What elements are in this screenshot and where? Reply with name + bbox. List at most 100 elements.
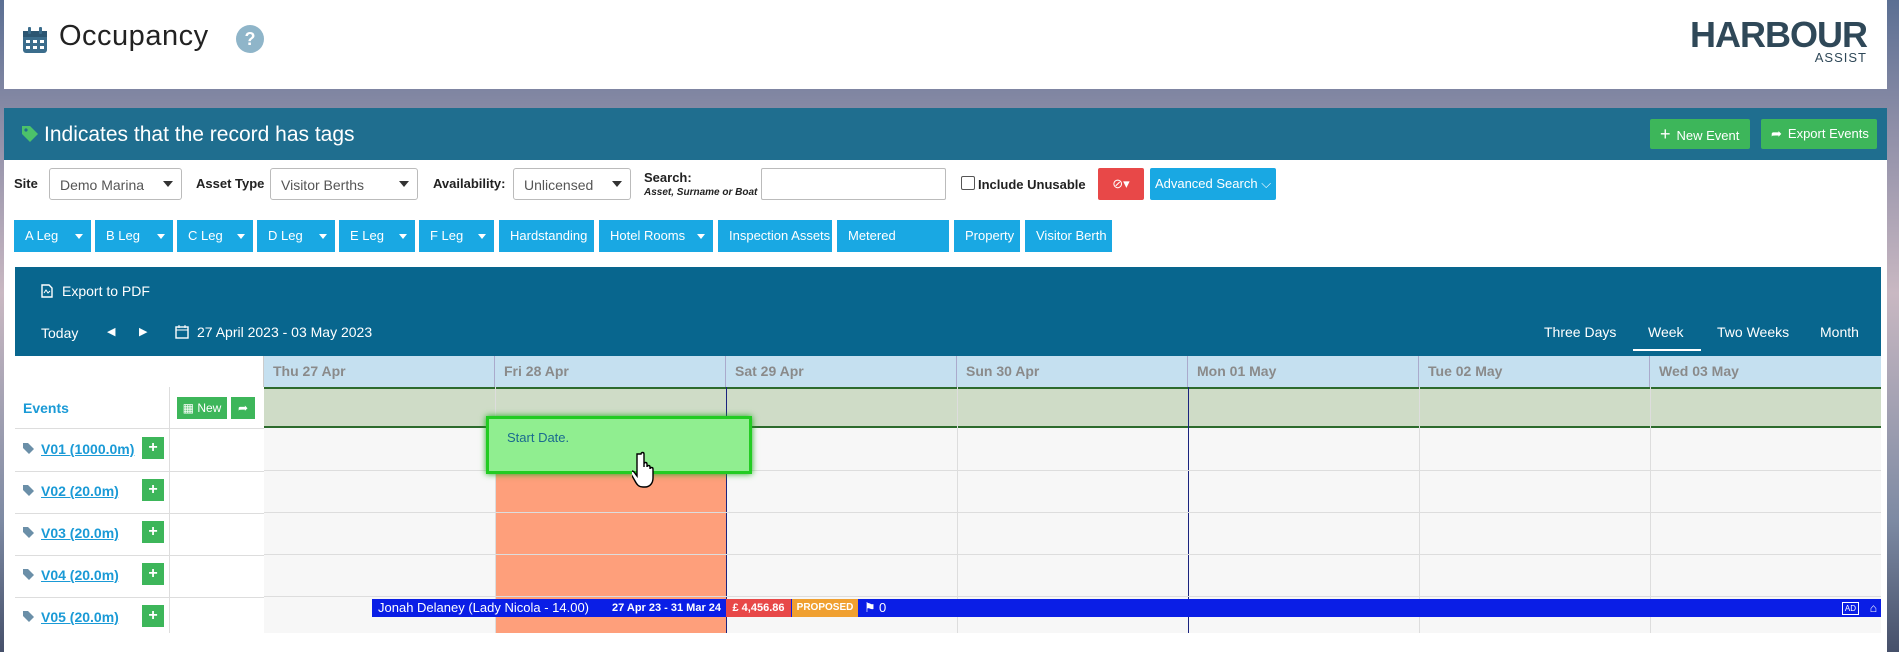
tag-icon bbox=[23, 569, 34, 580]
caret-down-icon[interactable] bbox=[478, 234, 486, 239]
day-header: Wed 03 May bbox=[1650, 356, 1881, 387]
export-pdf-button[interactable]: Export to PDF bbox=[62, 283, 150, 299]
new-event-label: New Event bbox=[1676, 128, 1740, 143]
today-button[interactable]: Today bbox=[41, 325, 78, 341]
property-button[interactable]: Property bbox=[954, 220, 1020, 252]
clear-filter-icon: ⊘▾ bbox=[1112, 176, 1130, 191]
site-value: Demo Marina bbox=[60, 177, 145, 193]
tags-banner: Indicates that the record has tags + New … bbox=[4, 108, 1887, 160]
grid-line bbox=[264, 512, 1881, 513]
new-event-small-button[interactable]: ▦ New bbox=[177, 397, 227, 419]
tag-icon bbox=[23, 485, 34, 496]
inspection-assets-button[interactable]: Inspection Assets bbox=[718, 220, 832, 252]
booking-name: Jonah Delaney (Lady Nicola - 14.00) bbox=[378, 600, 590, 615]
share-arrow-icon: ➦ bbox=[237, 401, 249, 415]
help-button[interactable]: ? bbox=[236, 25, 264, 53]
calendar-icon bbox=[175, 325, 189, 339]
tag-icon: ⚑ bbox=[864, 600, 876, 615]
add-booking-button[interactable]: + bbox=[142, 521, 164, 543]
advanced-search-button[interactable]: Advanced Search ⌵ bbox=[1150, 168, 1276, 200]
asset-type-label: Asset Type bbox=[196, 176, 265, 191]
date-range-button[interactable]: 27 April 2023 - 03 May 2023 bbox=[197, 324, 372, 340]
asset-link[interactable]: V02 (20.0m) bbox=[41, 483, 119, 499]
start-date-highlight[interactable]: Start Date. bbox=[486, 416, 752, 474]
metered-services-button[interactable]: Metered Services bbox=[837, 220, 949, 275]
calendar-icon: ▦ bbox=[182, 401, 194, 415]
leg-d-button[interactable]: D Leg bbox=[257, 220, 335, 252]
new-event-button[interactable]: + New Event bbox=[1650, 119, 1750, 149]
leg-label: A Leg bbox=[25, 228, 59, 243]
asset-type-select[interactable]: Visitor Berths bbox=[270, 168, 418, 200]
leg-label: Visitor Berth bbox=[1036, 228, 1107, 243]
tag-icon bbox=[23, 527, 34, 538]
hotel-rooms-button[interactable]: Hotel Rooms bbox=[599, 220, 713, 252]
home-icon: ⌂ bbox=[1869, 601, 1877, 615]
caret-down-icon[interactable] bbox=[697, 234, 705, 239]
asset-row-label: V01 (1000.0m) + bbox=[15, 429, 264, 472]
add-booking-button[interactable]: + bbox=[142, 437, 164, 459]
events-row-header: Events ▦ New ➦ bbox=[15, 387, 264, 633]
asset-link[interactable]: V04 (20.0m) bbox=[41, 567, 119, 583]
add-booking-button[interactable]: + bbox=[142, 605, 164, 627]
occupancy-panel: Indicates that the record has tags + New … bbox=[4, 108, 1887, 652]
leg-label: E Leg bbox=[350, 228, 384, 243]
asset-row-label: V05 (20.0m) + bbox=[15, 597, 264, 639]
leg-label: B Leg bbox=[106, 228, 140, 243]
asset-link[interactable]: V05 (20.0m) bbox=[41, 609, 119, 625]
view-week[interactable]: Week bbox=[1648, 324, 1684, 340]
day-header: Thu 27 Apr bbox=[264, 356, 495, 387]
add-booking-button[interactable]: + bbox=[142, 563, 164, 585]
ad-badge: AD bbox=[1841, 602, 1859, 615]
banner-title: Indicates that the record has tags bbox=[44, 123, 355, 146]
visitor-berth-button[interactable]: Visitor Berth bbox=[1025, 220, 1112, 252]
asset-link[interactable]: V01 (1000.0m) bbox=[41, 441, 134, 457]
page-header: Occupancy ? HARBOUR ASSIST bbox=[4, 0, 1887, 89]
new-label: New bbox=[197, 401, 222, 415]
include-unusable-checkbox[interactable] bbox=[961, 176, 975, 190]
schedule-grid[interactable]: Start Date. Jonah Delaney (Lady Nicola -… bbox=[264, 387, 1881, 633]
asset-row-label: V04 (20.0m) + bbox=[15, 555, 264, 598]
caret-down-icon[interactable] bbox=[399, 234, 407, 239]
search-input[interactable] bbox=[761, 168, 946, 200]
leg-label: Property bbox=[965, 228, 1015, 243]
asset-link[interactable]: V03 (20.0m) bbox=[41, 525, 119, 541]
export-events-button[interactable]: ➦ Export Events bbox=[1761, 119, 1877, 149]
leg-c-button[interactable]: C Leg bbox=[177, 220, 253, 252]
leg-label: Hardstanding bbox=[510, 228, 588, 243]
leg-e-button[interactable]: E Leg bbox=[339, 220, 415, 252]
availability-value: Unlicensed bbox=[524, 177, 594, 193]
clear-filter-button[interactable]: ⊘▾ bbox=[1098, 168, 1144, 200]
caret-down-icon[interactable] bbox=[157, 234, 165, 239]
pdf-icon bbox=[41, 284, 53, 298]
leg-f-button[interactable]: F Leg bbox=[419, 220, 494, 252]
leg-label: F Leg bbox=[430, 228, 464, 243]
search-label: Search: bbox=[644, 170, 692, 185]
share-arrow-icon: ➦ bbox=[1771, 126, 1782, 141]
day-header: Mon 01 May bbox=[1188, 356, 1419, 387]
occupancy-scheduler: Export to PDF Today ◀ ▶ 27 April 2023 - … bbox=[15, 267, 1881, 633]
view-two-weeks[interactable]: Two Weeks bbox=[1717, 324, 1789, 340]
caret-down-icon[interactable] bbox=[75, 234, 83, 239]
site-select[interactable]: Demo Marina bbox=[49, 168, 182, 200]
start-date-label: Start Date. bbox=[507, 430, 570, 445]
next-arrow-icon[interactable]: ▶ bbox=[139, 325, 147, 338]
availability-select[interactable]: Unlicensed bbox=[513, 168, 631, 200]
chevron-down-icon: ⌵ bbox=[1261, 176, 1272, 191]
grid-line bbox=[264, 554, 1881, 555]
export-events-label: Export Events bbox=[1787, 126, 1869, 141]
site-label: Site bbox=[14, 176, 38, 191]
hardstanding-button[interactable]: Hardstanding bbox=[499, 220, 594, 252]
export-small-button[interactable]: ➦ bbox=[231, 397, 255, 419]
caret-down-icon[interactable] bbox=[319, 234, 327, 239]
view-month[interactable]: Month bbox=[1820, 324, 1859, 340]
leg-b-button[interactable]: B Leg bbox=[95, 220, 173, 252]
view-three-days[interactable]: Three Days bbox=[1544, 324, 1616, 340]
include-unusable-label: Include Unusable bbox=[978, 177, 1086, 192]
booking-dates: 27 Apr 23 - 31 Mar 24 bbox=[612, 602, 722, 614]
prev-arrow-icon[interactable]: ◀ bbox=[107, 325, 115, 338]
leg-a-button[interactable]: A Leg bbox=[14, 220, 91, 252]
caret-down-icon[interactable] bbox=[237, 234, 245, 239]
booking-bar[interactable]: Jonah Delaney (Lady Nicola - 14.00) 27 A… bbox=[372, 599, 1881, 617]
booking-amount: £ 4,456.86 bbox=[726, 599, 791, 617]
add-booking-button[interactable]: + bbox=[142, 479, 164, 501]
